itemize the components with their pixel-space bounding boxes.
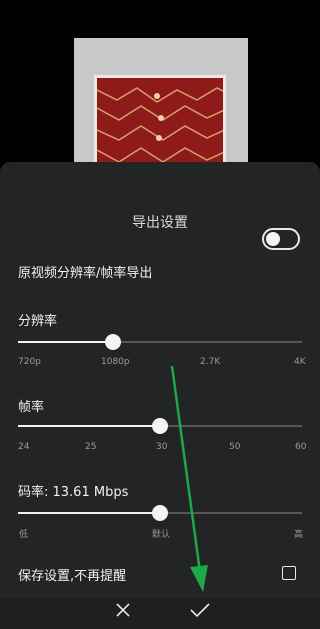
tick-label: 30 [156, 442, 168, 452]
tick-label: 高 [294, 530, 304, 540]
resolution-ticks: 720p 1080p 2.7K 4K [18, 357, 306, 369]
tick-label: 50 [229, 442, 241, 452]
preview-image [94, 75, 226, 166]
toggle-knob [266, 232, 280, 246]
slider-fill [18, 341, 113, 343]
tick-label: 4K [294, 357, 306, 367]
framerate-label: 帧率 [18, 400, 45, 415]
check-icon [190, 603, 210, 618]
close-icon [116, 603, 130, 617]
remember-settings-label: 保存设置,不再提醒 [18, 569, 127, 584]
cancel-button[interactable] [114, 601, 132, 619]
resolution-slider-thumb[interactable] [104, 334, 121, 350]
resolution-label: 分辨率 [18, 314, 58, 329]
tick-label: 低 [19, 530, 29, 540]
framerate-slider-thumb[interactable] [152, 418, 168, 434]
resolution-slider[interactable] [18, 334, 302, 350]
tick-label: 720p [18, 357, 41, 367]
tick-label: 24 [18, 442, 30, 452]
confirm-export-button[interactable] [189, 601, 211, 619]
original-export-label: 原视频分辨率/帧率导出 [18, 266, 153, 281]
slider-fill [18, 512, 160, 514]
bottom-action-bar [0, 598, 320, 629]
slider-fill [18, 425, 160, 427]
tick-label: 25 [85, 442, 97, 452]
tick-label: 60 [295, 442, 307, 452]
framerate-slider[interactable] [18, 418, 302, 434]
video-preview: 聪单 [0, 0, 320, 201]
remember-settings-checkbox[interactable] [282, 566, 296, 580]
bitrate-slider-thumb[interactable] [152, 505, 168, 521]
tick-label: 1080p [101, 357, 130, 367]
framerate-ticks: 24 25 30 50 60 [18, 442, 306, 454]
tick-label: 2.7K [200, 357, 221, 367]
original-export-toggle[interactable] [262, 228, 300, 250]
bitrate-label: 码率: 13.61 Mbps [18, 485, 129, 500]
bitrate-slider[interactable] [18, 505, 302, 521]
tick-label: 默认 [152, 530, 171, 540]
bitrate-ticks: 低 默认 高 [18, 527, 304, 540]
